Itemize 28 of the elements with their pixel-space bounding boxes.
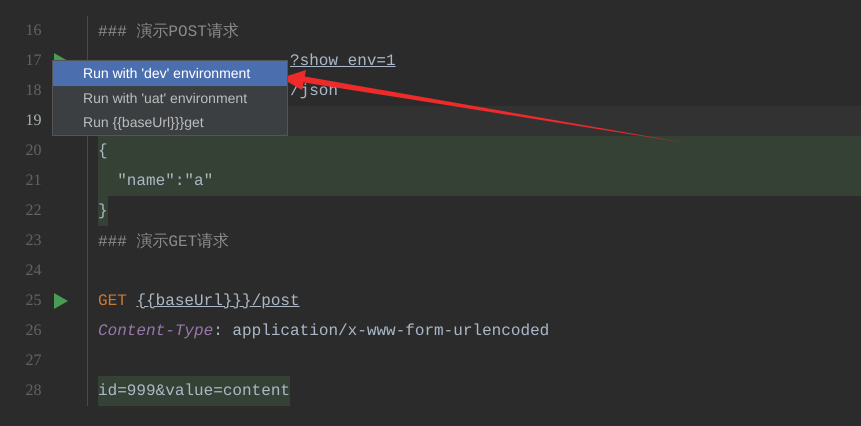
line-number: 21 [24,172,42,190]
line-number: 28 [24,382,42,400]
line-number: 17 [24,52,42,70]
http-method: GET [98,292,127,310]
code-text: "name":"a" [116,172,214,190]
code-text: id=999&value=content [98,382,290,400]
line-number: 24 [24,262,42,280]
code-text: : application/x-www-form-urlencoded [213,322,550,340]
menu-item[interactable]: Run with 'dev' environment [53,61,287,86]
line-number: 26 [24,322,42,340]
code-text: { [98,142,108,160]
header-name: Content-Type [98,322,214,340]
menu-item[interactable]: Run {{baseUrl}}}get [53,110,287,134]
run-icon[interactable] [54,293,68,309]
line-number: 20 [24,142,42,160]
code-text: } [98,202,108,220]
line-number: 16 [24,22,42,40]
line-number: 18 [24,82,42,100]
line-number: 23 [24,232,42,250]
line-number: 25 [24,292,42,310]
line-number: 22 [24,202,42,220]
line-number: 19 [24,112,42,130]
menu-item[interactable]: Run with 'uat' environment [53,86,287,110]
code-text: ?show_env=1 [290,52,396,70]
code-comment: ### 演示GET请求 [98,232,230,252]
url-link[interactable]: {{baseUrl}}}/post [136,292,300,310]
line-number: 27 [24,352,42,370]
code-comment: ### 演示POST请求 [98,22,239,42]
